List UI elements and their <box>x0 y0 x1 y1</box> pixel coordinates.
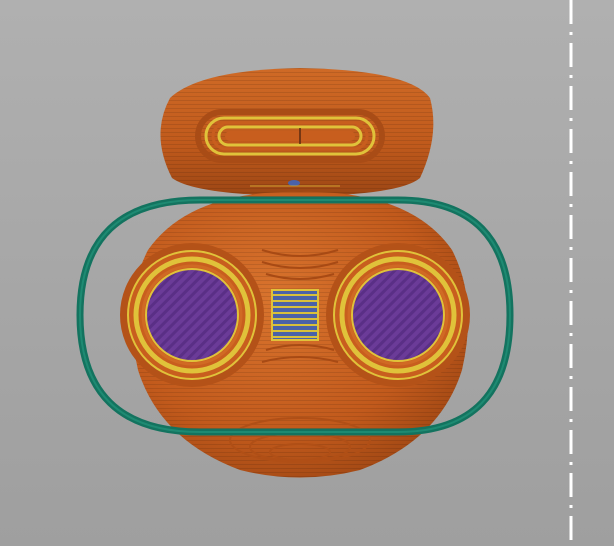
model-top-block <box>160 68 434 196</box>
3d-preview-viewport[interactable] <box>0 0 614 546</box>
gcode-preview-scene[interactable] <box>0 0 614 546</box>
model-left-eye-socket <box>120 243 264 387</box>
model-center-gap-fill <box>271 289 319 341</box>
model-right-eye-socket <box>326 243 470 387</box>
bed-boundary-line <box>569 0 573 546</box>
